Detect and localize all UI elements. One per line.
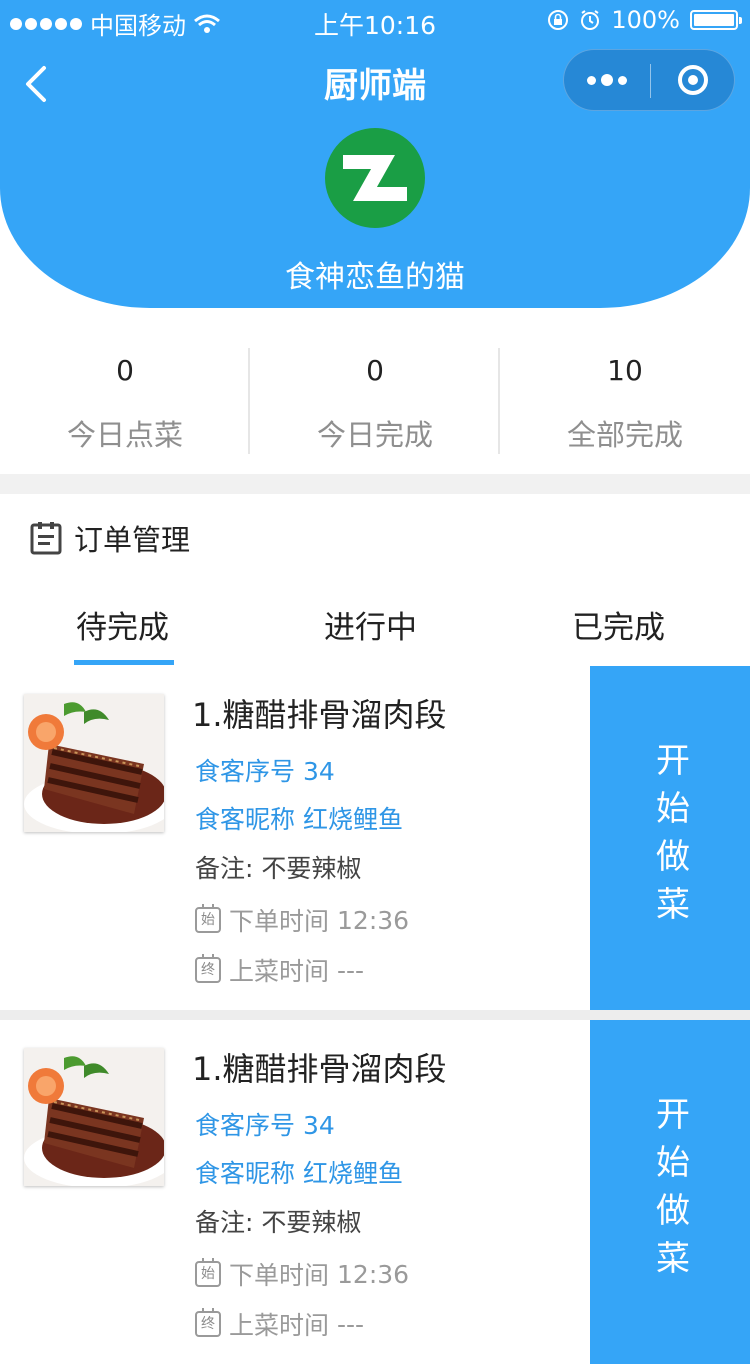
start-calendar-icon: 始 <box>195 904 221 933</box>
card-separator <box>0 1010 750 1020</box>
section-header: 订单管理 <box>28 518 190 558</box>
end-calendar-icon: 终 <box>195 954 221 983</box>
guest-nickname-value: 红烧鲤鱼 <box>302 1159 403 1188</box>
dish-photo <box>24 1048 164 1186</box>
stat-label: 今日点菜 <box>66 418 183 452</box>
serve-time-label: 上菜时间 <box>229 1311 330 1340</box>
stat-value: 0 <box>116 354 134 387</box>
start-cooking-label: 开始做菜 <box>649 1096 690 1288</box>
guest-nickname-label: 食客昵称 <box>195 805 296 834</box>
serve-time-value: --- <box>337 1309 365 1339</box>
note-label: 备注: <box>195 854 254 883</box>
guest-number-value: 34 <box>302 1111 335 1140</box>
order-tabs: 待完成 进行中 已完成 <box>0 588 750 667</box>
miniprogram-capsule <box>563 49 735 111</box>
clipboard-icon <box>30 522 62 555</box>
order-time-value: 12:36 <box>337 1259 410 1289</box>
order-time-line: 始 下单时间 12:36 <box>195 1256 409 1292</box>
tab-pending[interactable]: 待完成 <box>76 602 169 647</box>
serve-time-value: --- <box>337 955 365 985</box>
section-separator <box>0 474 750 494</box>
store-name: 食神恋鱼的猫 <box>285 260 465 295</box>
section-title: 订单管理 <box>74 523 191 557</box>
close-miniprogram-button[interactable] <box>650 50 736 110</box>
alarm-icon <box>581 10 600 30</box>
serve-time-label: 上菜时间 <box>229 957 330 986</box>
stats-row: 0 今日点菜 0 今日完成 10 全部完成 <box>0 338 750 460</box>
store-logo <box>325 128 425 228</box>
order-card: 1.糖醋排骨溜肉段 食客序号 34 食客昵称 红烧鲤鱼 备注: 不要辣椒 始 下… <box>0 1020 750 1364</box>
guest-number-value: 34 <box>302 757 335 786</box>
more-dots-icon <box>618 75 627 85</box>
start-calendar-icon: 始 <box>195 1258 221 1287</box>
stat-value: 10 <box>607 354 643 387</box>
stat-value: 0 <box>366 354 384 387</box>
tab-completed[interactable]: 已完成 <box>572 602 665 647</box>
orientation-lock-icon <box>548 10 569 30</box>
dish-photo <box>24 694 164 832</box>
note-value: 不要辣椒 <box>261 854 362 883</box>
tab-in-progress[interactable]: 进行中 <box>324 602 417 647</box>
guest-nickname-line: 食客昵称 红烧鲤鱼 <box>195 800 403 836</box>
start-cooking-button[interactable]: 开始做菜 <box>590 666 750 1010</box>
active-tab-indicator <box>74 660 174 665</box>
status-bar: 中国移动 上午10:16 100% <box>0 0 750 40</box>
dish-image-icon <box>24 694 164 832</box>
stat-label: 全部完成 <box>566 418 683 452</box>
start-cooking-button[interactable]: 开始做菜 <box>590 1020 750 1364</box>
note-line: 备注: 不要辣椒 <box>195 849 361 885</box>
order-card: 1.糖醋排骨溜肉段 食客序号 34 食客昵称 红烧鲤鱼 备注: 不要辣椒 始 下… <box>0 666 750 1010</box>
guest-number-line: 食客序号 34 <box>195 752 335 788</box>
guest-number-label: 食客序号 <box>195 757 296 786</box>
order-time-line: 始 下单时间 12:36 <box>195 902 409 938</box>
order-time-label: 下单时间 <box>229 1261 330 1290</box>
guest-number-line: 食客序号 34 <box>195 1106 335 1142</box>
note-line: 备注: 不要辣椒 <box>195 1203 361 1239</box>
more-button[interactable] <box>564 50 650 110</box>
note-value: 不要辣椒 <box>261 1208 362 1237</box>
order-time-value: 12:36 <box>337 905 410 935</box>
dish-name: 1.糖醋排骨溜肉段 <box>192 1050 447 1088</box>
dish-name: 1.糖醋排骨溜肉段 <box>192 696 447 734</box>
note-label: 备注: <box>195 1208 254 1237</box>
more-dots-icon <box>587 75 596 85</box>
logo-mark-icon <box>343 155 407 201</box>
stat-all-done: 10 全部完成 <box>500 338 750 460</box>
dish-image-icon <box>24 1048 164 1186</box>
stat-today-ordered: 0 今日点菜 <box>0 338 250 460</box>
header-banner: 中国移动 上午10:16 100% 厨师端 食神恋鱼的猫 <box>0 0 750 308</box>
guest-nickname-label: 食客昵称 <box>195 1159 296 1188</box>
serve-time-line: 终 上菜时间 --- <box>195 952 364 988</box>
end-calendar-icon: 终 <box>195 1308 221 1337</box>
guest-nickname-value: 红烧鲤鱼 <box>302 805 403 834</box>
stat-today-done: 0 今日完成 <box>250 338 500 460</box>
battery-icon <box>690 10 742 30</box>
battery-percent: 100% <box>611 6 680 34</box>
guest-nickname-line: 食客昵称 红烧鲤鱼 <box>195 1154 403 1190</box>
order-time-label: 下单时间 <box>229 907 330 936</box>
serve-time-line: 终 上菜时间 --- <box>195 1306 364 1342</box>
status-right: 100% <box>547 6 742 34</box>
target-icon <box>678 65 708 95</box>
guest-number-label: 食客序号 <box>195 1111 296 1140</box>
start-cooking-label: 开始做菜 <box>649 742 690 934</box>
more-dots-icon <box>601 74 613 86</box>
stat-label: 今日完成 <box>316 418 433 452</box>
